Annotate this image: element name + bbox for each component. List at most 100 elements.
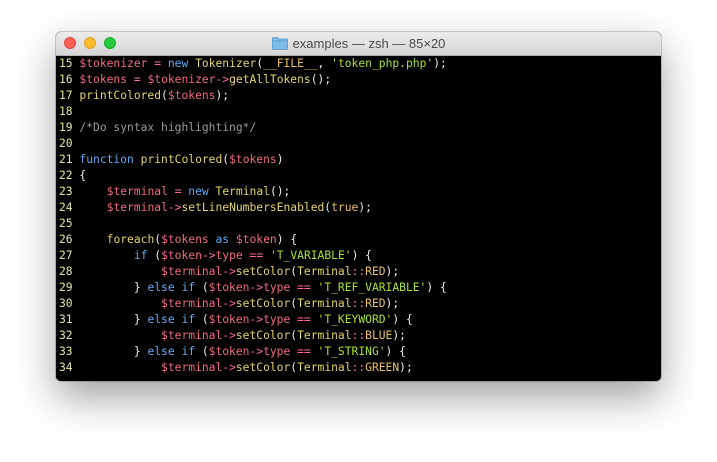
code-token: true	[331, 201, 359, 214]
code-token: 'T_REF_VARIABLE'	[317, 281, 427, 294]
code-token: Terminal	[297, 297, 352, 310]
code-token: RED	[365, 297, 386, 310]
code-line: 27 if ($token->type == 'T_VARIABLE') {	[59, 248, 372, 264]
code-token: (	[195, 281, 209, 294]
code-token: setColor	[235, 329, 291, 342]
code-token: (	[161, 89, 168, 102]
code-token: BLUE	[365, 329, 393, 342]
line-number: 26	[59, 233, 73, 246]
code-token: $token	[235, 233, 277, 246]
code-token: );	[358, 201, 372, 214]
code-token: else if	[147, 313, 196, 326]
code-token: ) {	[392, 313, 413, 326]
code-line: 22 {	[59, 168, 86, 184]
code-token: ) {	[385, 345, 406, 358]
code-token: ->	[249, 345, 264, 358]
code-token: ::	[351, 361, 366, 374]
code-token: $token	[161, 249, 202, 262]
code-token: printColored	[140, 153, 223, 166]
line-number: 20	[59, 137, 73, 150]
code-token: (	[195, 345, 209, 358]
code-token: ::	[351, 329, 366, 342]
code-token: new	[167, 57, 189, 70]
code-token: ->	[249, 313, 264, 326]
code-token: );	[385, 265, 400, 278]
code-line: 16 $tokens = $tokenizer->getAllTokens();	[59, 72, 331, 88]
code-token: ==	[297, 281, 311, 294]
code-line: 26 foreach($tokens as $token) {	[59, 232, 297, 248]
line-number: 15	[59, 57, 73, 70]
line-number: 25	[59, 217, 73, 230]
line-number: 34	[59, 361, 73, 374]
folder-icon	[271, 37, 288, 50]
code-token: $terminal	[161, 361, 223, 374]
line-number: 21	[59, 153, 73, 166]
code-line: 32 $terminal->setColor(Terminal::BLUE);	[59, 328, 406, 344]
code-token: $token	[208, 345, 250, 358]
code-token: $tokenizer	[147, 73, 216, 86]
code-token: );	[215, 89, 230, 102]
code-line: 23 $terminal = new Terminal();	[59, 184, 290, 200]
code-token: );	[392, 329, 406, 342]
code-token: }	[79, 281, 148, 294]
code-token: $terminal	[161, 265, 223, 278]
code-token: Tokenizer	[195, 57, 257, 70]
code-token: ) {	[426, 281, 447, 294]
code-token: type	[263, 313, 291, 326]
code-token: ->	[167, 201, 182, 214]
code-token: Terminal	[297, 361, 352, 374]
line-number: 24	[59, 201, 73, 214]
line-number: 27	[59, 249, 73, 262]
code-token: $tokens	[79, 73, 128, 86]
code-line: 33 } else if ($token->type == 'T_STRING'…	[59, 344, 406, 360]
code-token: ();	[269, 185, 291, 198]
code-token: if	[133, 249, 148, 262]
code-token: __FILE__	[263, 57, 318, 70]
code-line: 18	[59, 104, 79, 120]
code-token: }	[79, 313, 148, 326]
line-number: 17	[59, 89, 73, 102]
code-token: 'T_VARIABLE'	[269, 249, 352, 262]
code-line: 30 $terminal->setColor(Terminal::RED);	[59, 296, 399, 312]
line-number: 22	[59, 169, 73, 182]
code-token: ) {	[351, 249, 372, 262]
code-token: ();	[310, 73, 332, 86]
code-line: 24 $terminal->setLineNumbersEnabled(true…	[59, 200, 372, 216]
code-line: 25	[59, 216, 79, 232]
terminal-content[interactable]: 15 $tokenizer = new Tokenizer(__FILE__, …	[56, 56, 661, 381]
code-token: printColored	[79, 89, 162, 102]
code-token: $tokens	[229, 153, 277, 166]
code-token: type	[263, 345, 291, 358]
code-line: 20	[59, 136, 79, 152]
code-token: );	[385, 297, 400, 310]
code-token: ->	[215, 73, 230, 86]
code-token: ==	[249, 249, 264, 262]
code-token: =	[133, 73, 141, 86]
code-line: 21 function printColored($tokens)	[59, 152, 284, 168]
code-line: 19 /*Do syntax highlighting*/	[59, 120, 256, 136]
code-token: setLineNumbersEnabled	[181, 201, 325, 214]
line-number: 18	[59, 105, 73, 118]
code-line: 17 printColored($tokens);	[59, 88, 229, 104]
code-token: foreach	[106, 233, 155, 246]
title-bar[interactable]: examples — zsh — 85×20	[56, 32, 661, 56]
code-token: );	[433, 57, 447, 70]
code-token: setColor	[235, 297, 291, 310]
code-token: ->	[222, 297, 236, 310]
window-title: examples — zsh — 85×20	[292, 36, 446, 51]
line-number: 31	[59, 313, 73, 326]
code-token: Terminal	[215, 185, 270, 198]
code-token: new	[188, 185, 209, 198]
